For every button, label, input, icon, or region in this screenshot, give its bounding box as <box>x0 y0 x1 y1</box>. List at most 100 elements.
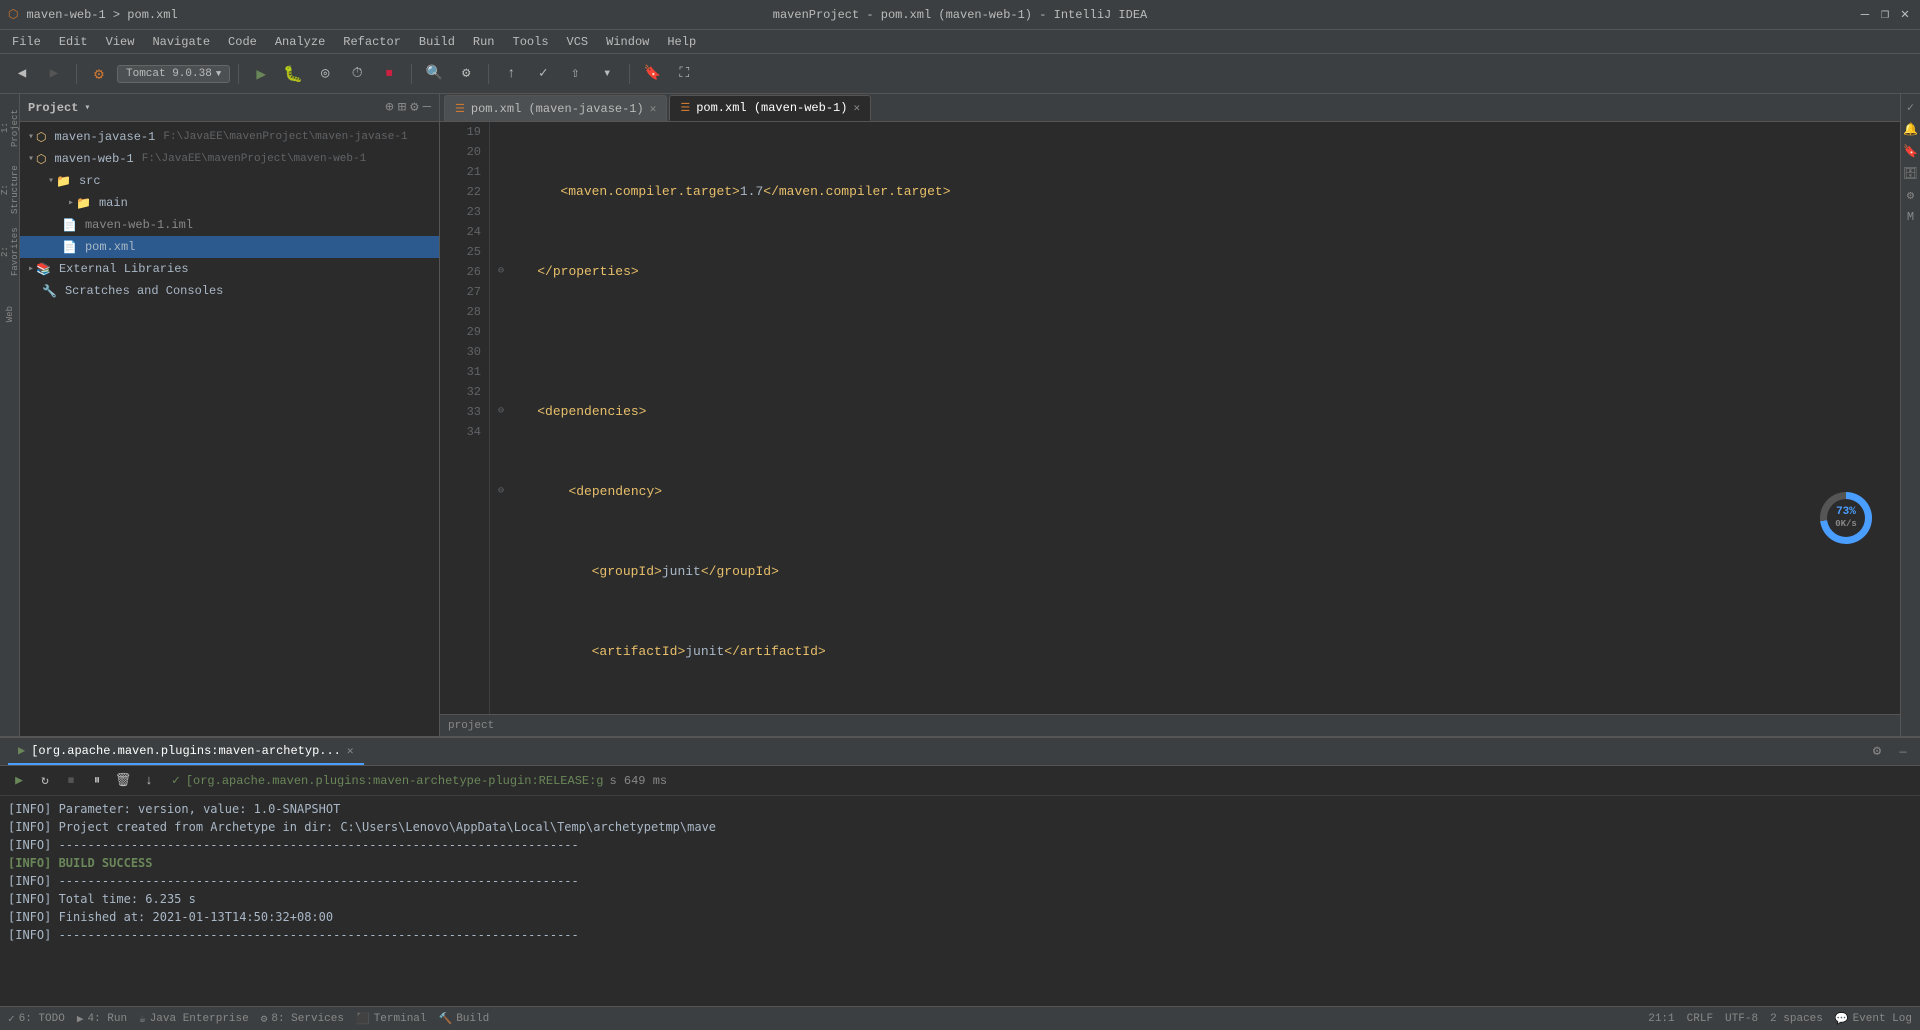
toolbar-separator-5 <box>629 64 630 84</box>
run-rerun-button[interactable]: ↻ <box>34 770 56 792</box>
run-stop-button[interactable]: ⏹ <box>60 770 82 792</box>
menu-edit[interactable]: Edit <box>51 33 96 51</box>
run-clear-button[interactable]: 🗑 <box>112 770 134 792</box>
project-locate-button[interactable]: ⊕ <box>385 99 393 116</box>
structure-tool-button[interactable]: Z: Structure <box>1 160 19 220</box>
vcs-commit-button[interactable]: ✓ <box>529 60 557 88</box>
run-button[interactable]: ▶ <box>247 60 275 88</box>
back-button[interactable]: ◀ <box>8 60 36 88</box>
right-bookmark-icon[interactable]: 🔖 <box>1902 142 1920 160</box>
search-everywhere-button[interactable]: 🔍 <box>420 60 448 88</box>
web-tool-button[interactable]: Web <box>1 284 19 344</box>
indent-status[interactable]: 2 spaces <box>1770 1013 1823 1025</box>
maximize-button[interactable]: ❐ <box>1878 8 1892 22</box>
menu-run[interactable]: Run <box>465 33 503 51</box>
tree-item-label: src <box>79 174 101 188</box>
right-maven-icon[interactable]: M <box>1902 208 1920 226</box>
tree-item-external-libs[interactable]: ▸ 📚 External Libraries <box>20 258 439 280</box>
coverage-button[interactable]: ◎ <box>311 60 339 88</box>
settings-button[interactable]: ⚙ <box>452 60 480 88</box>
menu-navigate[interactable]: Navigate <box>144 33 218 51</box>
right-gradle-icon[interactable]: ⚙ <box>1902 186 1920 204</box>
menu-tools[interactable]: Tools <box>505 33 557 51</box>
menu-build[interactable]: Build <box>411 33 463 51</box>
right-notifications-icon[interactable]: 🔔 <box>1902 120 1920 138</box>
run-config-icon: ⚙ <box>85 60 113 88</box>
run-tab-label: [org.apache.maven.plugins:maven-archetyp… <box>31 744 341 758</box>
java-enterprise-label: Java Enterprise <box>150 1013 249 1025</box>
fold-arrow-22[interactable]: ⊖ <box>498 402 504 422</box>
run-minimize-icon[interactable]: — <box>1894 743 1912 761</box>
run-pause-button[interactable]: ⏸ <box>86 770 108 792</box>
menu-code[interactable]: Code <box>220 33 265 51</box>
run-status[interactable]: ▶ 4: Run <box>77 1012 127 1026</box>
debug-button[interactable]: 🐛 <box>279 60 307 88</box>
code-line-20: ⊖ </properties> <box>498 262 1892 282</box>
fold-arrow-23[interactable]: ⊖ <box>498 482 504 502</box>
run-tab-active[interactable]: ▶ [org.apache.maven.plugins:maven-archet… <box>8 739 364 765</box>
profile-button[interactable]: ⏱ <box>343 60 371 88</box>
right-tool-window-bar: ✓ 🔔 🔖 🗄 ⚙ M <box>1900 94 1920 736</box>
encoding-status[interactable]: UTF-8 <box>1725 1013 1758 1025</box>
tomcat-selector[interactable]: Tomcat 9.0.38 ▼ <box>117 65 230 83</box>
tree-item-maven-javase-1[interactable]: ▾ ⬡ maven-javase-1 F:\JavaEE\mavenProjec… <box>20 126 439 148</box>
forward-button[interactable]: ▶ <box>40 60 68 88</box>
project-expand-all-button[interactable]: ⊞ <box>398 99 406 116</box>
tab-pom-javase[interactable]: ☰ pom.xml (maven-javase-1) ✕ <box>444 95 667 121</box>
menu-help[interactable]: Help <box>659 33 704 51</box>
bookmark-button[interactable]: 🔖 <box>638 60 666 88</box>
menu-vcs[interactable]: VCS <box>559 33 597 51</box>
menu-window[interactable]: Window <box>598 33 657 51</box>
run-tab-close[interactable]: ✕ <box>347 744 354 758</box>
project-dropdown-icon[interactable]: ▾ <box>84 102 90 114</box>
terminal-status[interactable]: ⬛ Terminal <box>356 1012 427 1026</box>
tree-item-main[interactable]: ▸ 📁 main <box>20 192 439 214</box>
vcs-more-button[interactable]: ▾ <box>593 60 621 88</box>
services-status[interactable]: ⚙ 8: Services <box>261 1012 344 1026</box>
tree-item-src[interactable]: ▾ 📁 src <box>20 170 439 192</box>
line-num-19: 19 <box>448 122 481 142</box>
tree-item-pom-xml[interactable]: 📄 pom.xml <box>20 236 439 258</box>
stop-button[interactable]: ⏹ <box>375 60 403 88</box>
run-scroll-end-button[interactable]: ↓ <box>138 770 160 792</box>
vcs-update-button[interactable]: ↑ <box>497 60 525 88</box>
close-button[interactable]: ✕ <box>1898 8 1912 22</box>
favorites-tool-button[interactable]: 2: Favorites <box>1 222 19 282</box>
code-content[interactable]: <maven.compiler.target>1.7</maven.compil… <box>490 122 1900 714</box>
todo-status[interactable]: ✓ 6: TODO <box>8 1012 65 1026</box>
java-enterprise-status[interactable]: ☕ Java Enterprise <box>139 1012 249 1026</box>
menu-refactor[interactable]: Refactor <box>335 33 409 51</box>
tree-item-scratches[interactable]: 🔧 Scratches and Consoles <box>20 280 439 302</box>
project-tool-button[interactable]: 1: Project <box>1 98 19 158</box>
tab-close-button[interactable]: ✕ <box>650 102 657 116</box>
project-settings-button[interactable]: ⚙ <box>410 99 418 116</box>
console-line-8: [INFO] ---------------------------------… <box>8 926 1912 944</box>
right-inspect-icon[interactable]: ✓ <box>1902 98 1920 116</box>
position-status[interactable]: 21:1 <box>1648 1013 1674 1025</box>
menu-analyze[interactable]: Analyze <box>267 33 333 51</box>
console-output[interactable]: [INFO] Parameter: version, value: 1.0-SN… <box>0 796 1920 1006</box>
tree-item-iml[interactable]: 📄 maven-web-1.iml <box>20 214 439 236</box>
memory-indicator[interactable]: 73% 0K/s <box>1820 492 1872 544</box>
tab-pom-web[interactable]: ☰ pom.xml (maven-web-1) ✕ <box>669 95 871 121</box>
tree-item-label: maven-web-1 <box>55 152 134 166</box>
run-settings-icon[interactable]: ⚙ <box>1868 743 1886 761</box>
right-database-icon[interactable]: 🗄 <box>1902 164 1920 182</box>
minimize-button[interactable]: — <box>1858 8 1872 22</box>
code-editor[interactable]: 19 20 21 22 23 24 25 26 27 28 29 30 31 3… <box>440 122 1900 714</box>
run-item-label: [org.apache.maven.plugins:maven-archetyp… <box>186 774 604 788</box>
menu-file[interactable]: File <box>4 33 49 51</box>
build-status[interactable]: 🔨 Build <box>439 1012 490 1026</box>
tab-close-button[interactable]: ✕ <box>853 101 860 115</box>
project-close-button[interactable]: — <box>423 99 431 116</box>
run-start-button[interactable]: ▶ <box>8 770 30 792</box>
scratch-icon: 🔧 <box>42 284 57 299</box>
tree-item-maven-web-1[interactable]: ▾ ⬡ maven-web-1 F:\JavaEE\mavenProject\m… <box>20 148 439 170</box>
event-log-status[interactable]: 💬 Event Log <box>1835 1012 1912 1026</box>
vcs-push-button[interactable]: ⇧ <box>561 60 589 88</box>
expand-button[interactable]: ⛶ <box>670 60 698 88</box>
fold-arrow-20[interactable]: ⊖ <box>498 262 504 282</box>
terminal-label: Terminal <box>374 1013 427 1025</box>
crlf-status[interactable]: CRLF <box>1687 1013 1713 1025</box>
menu-view[interactable]: View <box>98 33 143 51</box>
